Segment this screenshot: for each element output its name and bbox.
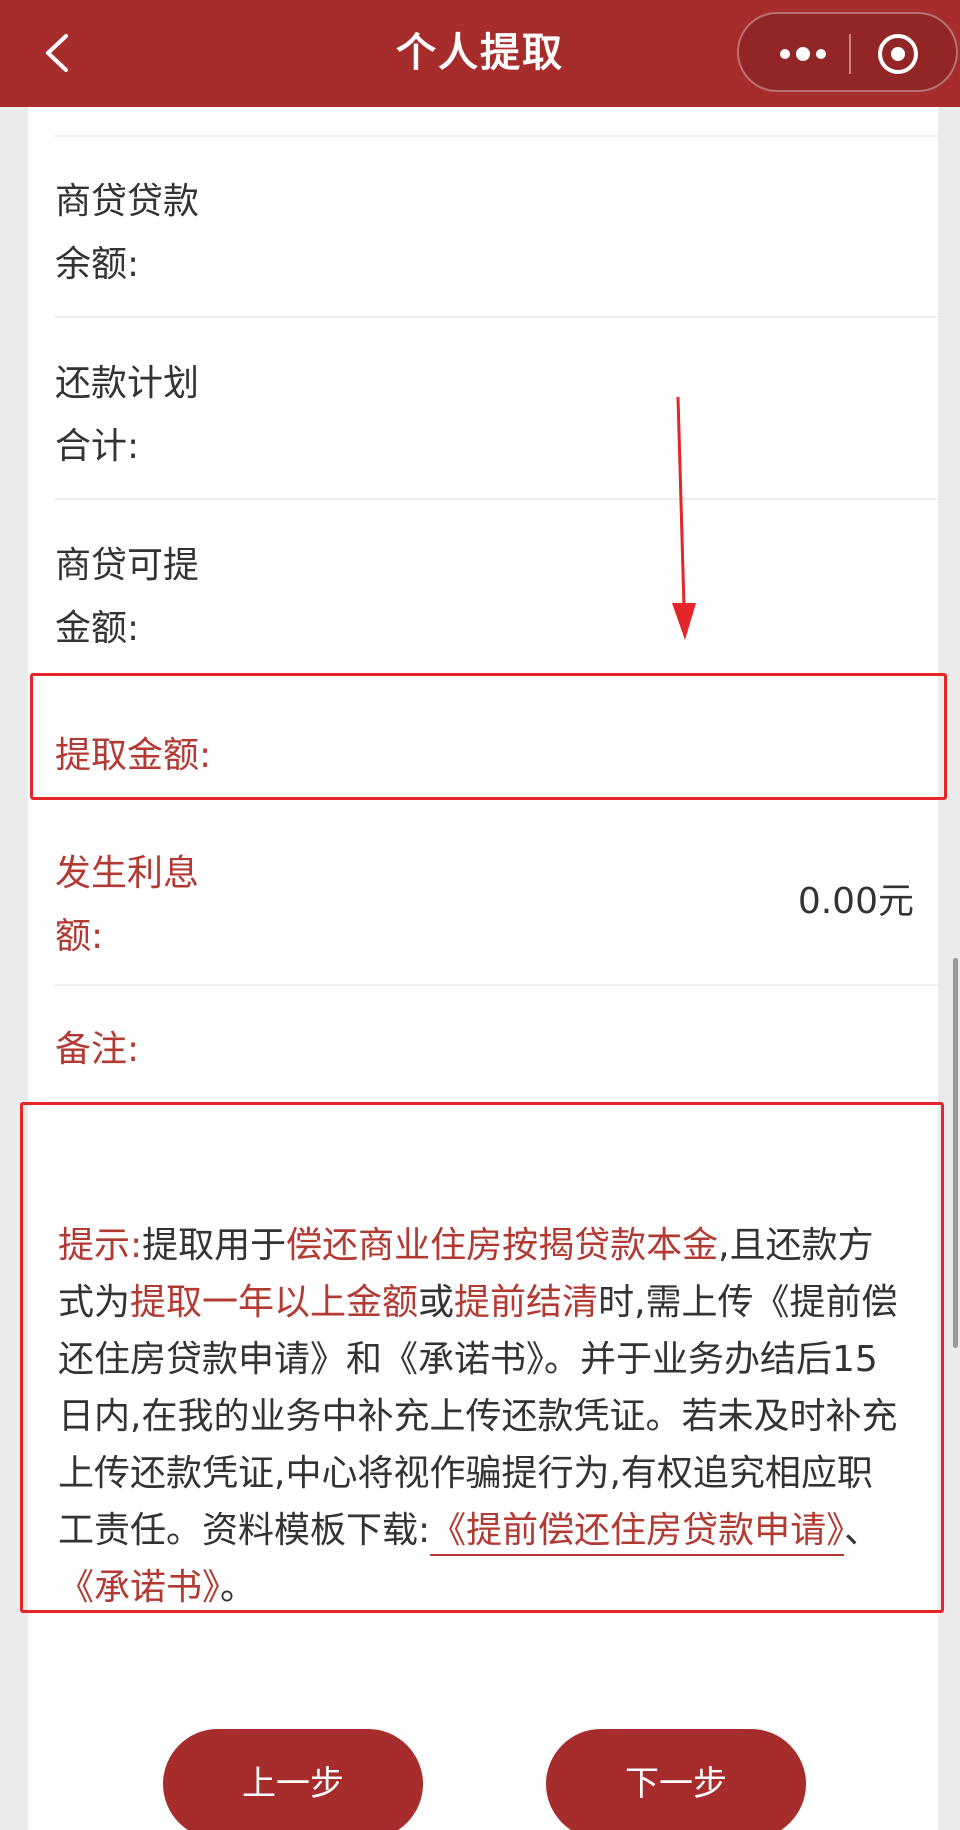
mini-program-capsule bbox=[737, 12, 958, 92]
more-icon[interactable] bbox=[773, 36, 833, 72]
interest-amount-label: 发生利息 额: bbox=[55, 853, 200, 957]
extract-amount-highlight-box[interactable] bbox=[30, 673, 947, 800]
prev-step-button[interactable]: 上一步 bbox=[163, 1729, 423, 1830]
extractable-amount-label: 商贷可提 金额: bbox=[55, 545, 200, 649]
capsule-divider bbox=[849, 34, 851, 74]
next-step-button[interactable]: 下一步 bbox=[546, 1729, 806, 1830]
loan-balance-label: 商贷贷款 余额: bbox=[55, 181, 200, 285]
close-icon[interactable] bbox=[874, 30, 922, 78]
navbar: 个人提取 bbox=[0, 0, 960, 107]
divider bbox=[55, 135, 938, 137]
remark-label: 备注: bbox=[55, 1029, 140, 1070]
notice-highlight-box bbox=[20, 1102, 944, 1613]
arrow-down-annotation bbox=[672, 397, 696, 640]
scrollbar[interactable] bbox=[953, 958, 958, 1348]
interest-amount-value: 0.00元 bbox=[797, 881, 914, 922]
divider bbox=[55, 498, 938, 500]
divider bbox=[55, 984, 938, 986]
repay-plan-total-label: 还款计划 合计: bbox=[55, 363, 200, 467]
divider bbox=[55, 316, 938, 318]
